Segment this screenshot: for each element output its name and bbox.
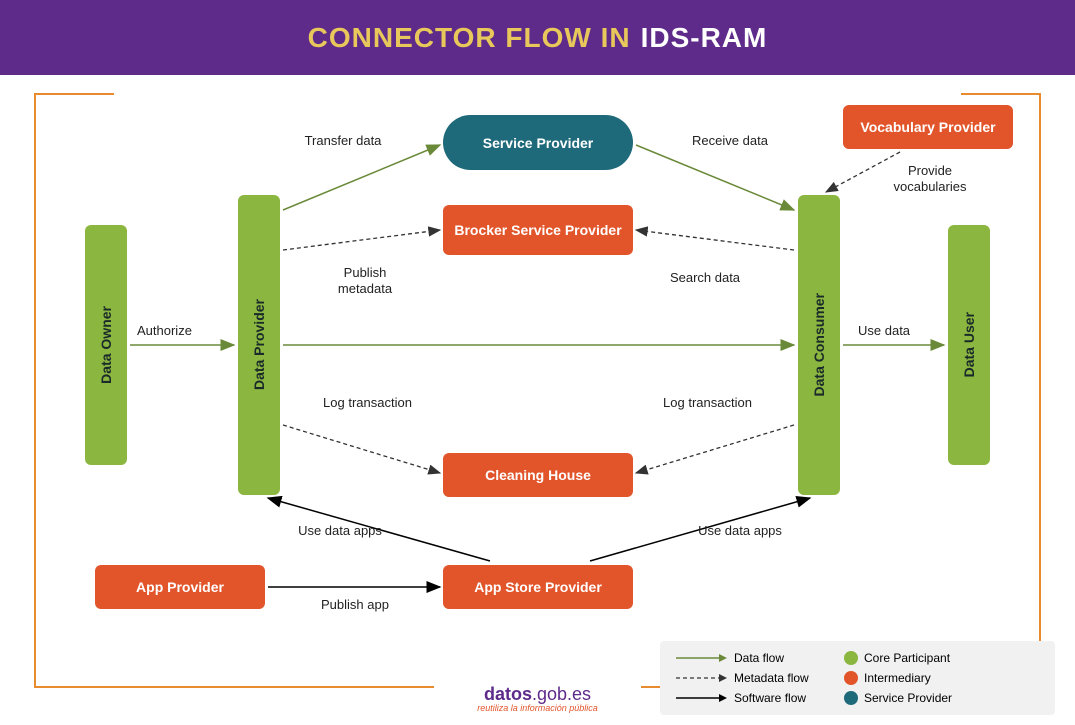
- frame-right: [1039, 93, 1041, 688]
- label-provide-vocab: Provide vocabularies: [875, 163, 985, 194]
- node-cleaning: Cleaning House: [443, 453, 633, 497]
- label-transfer-data: Transfer data: [303, 133, 383, 149]
- node-app-provider-label: App Provider: [136, 579, 224, 595]
- node-cleaning-label: Cleaning House: [485, 467, 591, 483]
- label-publish-metadata: Publish metadata: [320, 265, 410, 296]
- label-receive-data: Receive data: [690, 133, 770, 149]
- label-log2: Log transaction: [660, 395, 755, 411]
- footer-brand-bold: datos: [484, 684, 532, 704]
- node-data-consumer: Data Consumer: [798, 195, 840, 495]
- node-app-store: App Store Provider: [443, 565, 633, 609]
- label-search-data: Search data: [660, 270, 750, 286]
- legend-inter-dot: [844, 671, 858, 685]
- arrow-publish-metadata: [283, 230, 440, 250]
- node-brocker: Brocker Service Provider: [443, 205, 633, 255]
- arrow-receive-data: [636, 145, 794, 210]
- node-data-user-label: Data User: [961, 312, 977, 377]
- footer: datos.gob.es reutiliza la información pú…: [0, 684, 1075, 713]
- node-service-provider-label: Service Provider: [483, 135, 594, 151]
- node-data-provider: Data Provider: [238, 195, 280, 495]
- frame-tr: [961, 93, 1041, 95]
- label-use-data: Use data: [858, 323, 910, 339]
- label-log1: Log transaction: [320, 395, 415, 411]
- legend-data-flow-icon: [674, 652, 729, 664]
- label-authorize: Authorize: [137, 323, 192, 339]
- legend-metadata-flow-icon: [674, 672, 729, 684]
- arrow-log-provider: [283, 425, 440, 473]
- title-part1: CONNECTOR FLOW IN: [308, 22, 631, 54]
- header: CONNECTOR FLOW IN IDS-RAM: [0, 0, 1075, 75]
- node-service-provider: Service Provider: [443, 115, 633, 170]
- node-brocker-label: Brocker Service Provider: [454, 222, 621, 238]
- frame-left: [34, 93, 36, 688]
- node-app-store-label: App Store Provider: [474, 579, 602, 595]
- node-data-owner-label: Data Owner: [98, 306, 114, 384]
- node-vocabulary: Vocabulary Provider: [843, 105, 1013, 149]
- footer-brand: datos.gob.es: [0, 684, 1075, 705]
- label-publish-app: Publish app: [320, 597, 390, 613]
- legend-intermediary: Intermediary: [864, 671, 974, 685]
- arrow-log-consumer: [636, 425, 794, 473]
- label-use-apps2: Use data apps: [685, 523, 795, 539]
- node-data-provider-label: Data Provider: [251, 299, 267, 390]
- footer-brand-rest: .gob.es: [532, 684, 591, 704]
- arrow-transfer-data: [283, 145, 440, 210]
- legend-core-dot: [844, 651, 858, 665]
- diagram-canvas: Data Owner Data Provider Data Consumer D…: [0, 75, 1075, 725]
- node-data-consumer-label: Data Consumer: [811, 293, 827, 396]
- node-data-user: Data User: [948, 225, 990, 465]
- frame-tl: [34, 93, 114, 95]
- footer-tagline: reutiliza la información pública: [0, 703, 1075, 713]
- node-data-owner: Data Owner: [85, 225, 127, 465]
- node-vocabulary-label: Vocabulary Provider: [860, 119, 995, 135]
- legend-data-flow: Data flow: [734, 651, 844, 665]
- node-app-provider: App Provider: [95, 565, 265, 609]
- legend-core: Core Participant: [864, 651, 974, 665]
- arrow-search-data: [636, 230, 794, 250]
- legend-metadata-flow: Metadata flow: [734, 671, 844, 685]
- label-use-apps1: Use data apps: [285, 523, 395, 539]
- title-part2: IDS-RAM: [641, 22, 768, 54]
